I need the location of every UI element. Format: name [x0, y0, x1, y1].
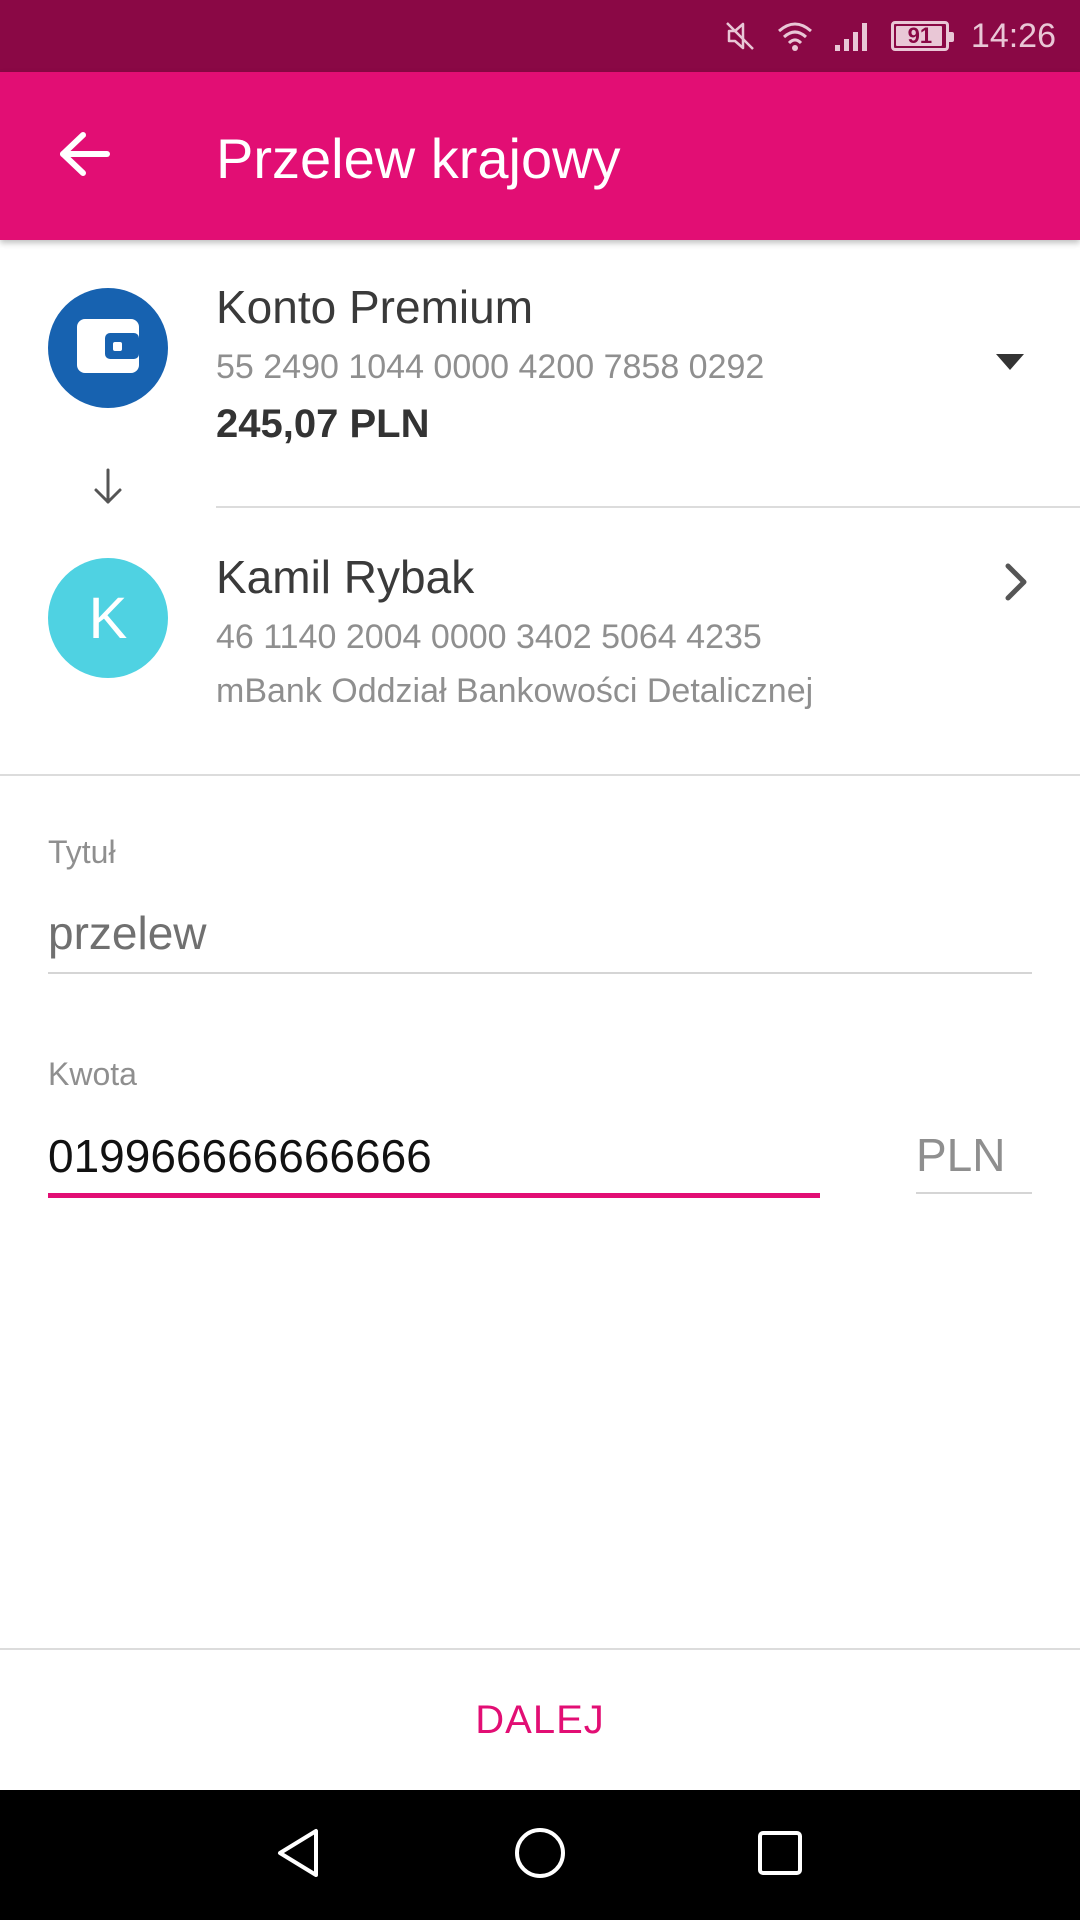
circle-home-icon	[512, 1825, 568, 1886]
battery-icon: 91	[890, 21, 954, 51]
title-input[interactable]	[48, 894, 1032, 974]
divider	[216, 506, 1080, 508]
signal-icon	[833, 19, 873, 53]
app-bar: Przelew krajowy	[0, 72, 1080, 240]
system-nav-bar	[0, 1790, 1080, 1920]
arrow-back-icon	[59, 131, 111, 182]
wallet-icon	[75, 317, 141, 380]
arrow-down-icon	[88, 466, 128, 508]
nav-back-button[interactable]	[260, 1815, 340, 1895]
account-avatar	[48, 288, 168, 408]
title-label: Tytuł	[48, 834, 116, 870]
amount-input[interactable]	[48, 1118, 820, 1198]
recipient-avatar: K	[48, 558, 168, 678]
clock: 14:26	[970, 16, 1056, 55]
status-bar: 91 14:26	[0, 0, 1080, 72]
recipient-name: Kamil Rybak	[216, 551, 475, 603]
next-button[interactable]: DALEJ	[0, 1650, 1080, 1790]
account-balance: 245,07 PLN	[216, 402, 430, 446]
recipient-account-number: 46 1140 2004 0000 3402 5064 4235	[216, 618, 762, 656]
nav-home-button[interactable]	[500, 1815, 580, 1895]
muted-icon	[723, 19, 757, 53]
triangle-back-icon	[272, 1825, 328, 1886]
recipient-bank: mBank Oddział Bankowości Detalicznej	[216, 672, 814, 710]
wifi-icon	[775, 19, 815, 53]
page-title: Przelew krajowy	[216, 127, 621, 190]
currency-selector[interactable]: PLN	[916, 1118, 1032, 1194]
account-name: Konto Premium	[216, 281, 534, 333]
dropdown-arrow-icon[interactable]	[990, 350, 1030, 374]
square-recents-icon	[752, 1825, 808, 1886]
back-button[interactable]	[40, 116, 130, 196]
amount-label: Kwota	[48, 1056, 137, 1092]
battery-level: 91	[907, 23, 933, 48]
nav-recents-button[interactable]	[740, 1815, 820, 1895]
account-number: 55 2490 1044 0000 4200 7858 0292	[216, 348, 765, 386]
transfer-screen: 91 14:26 Przelew krajowy Konto Premium 5…	[0, 0, 1080, 1920]
section-divider	[0, 774, 1080, 776]
chevron-right-icon[interactable]	[996, 558, 1036, 606]
